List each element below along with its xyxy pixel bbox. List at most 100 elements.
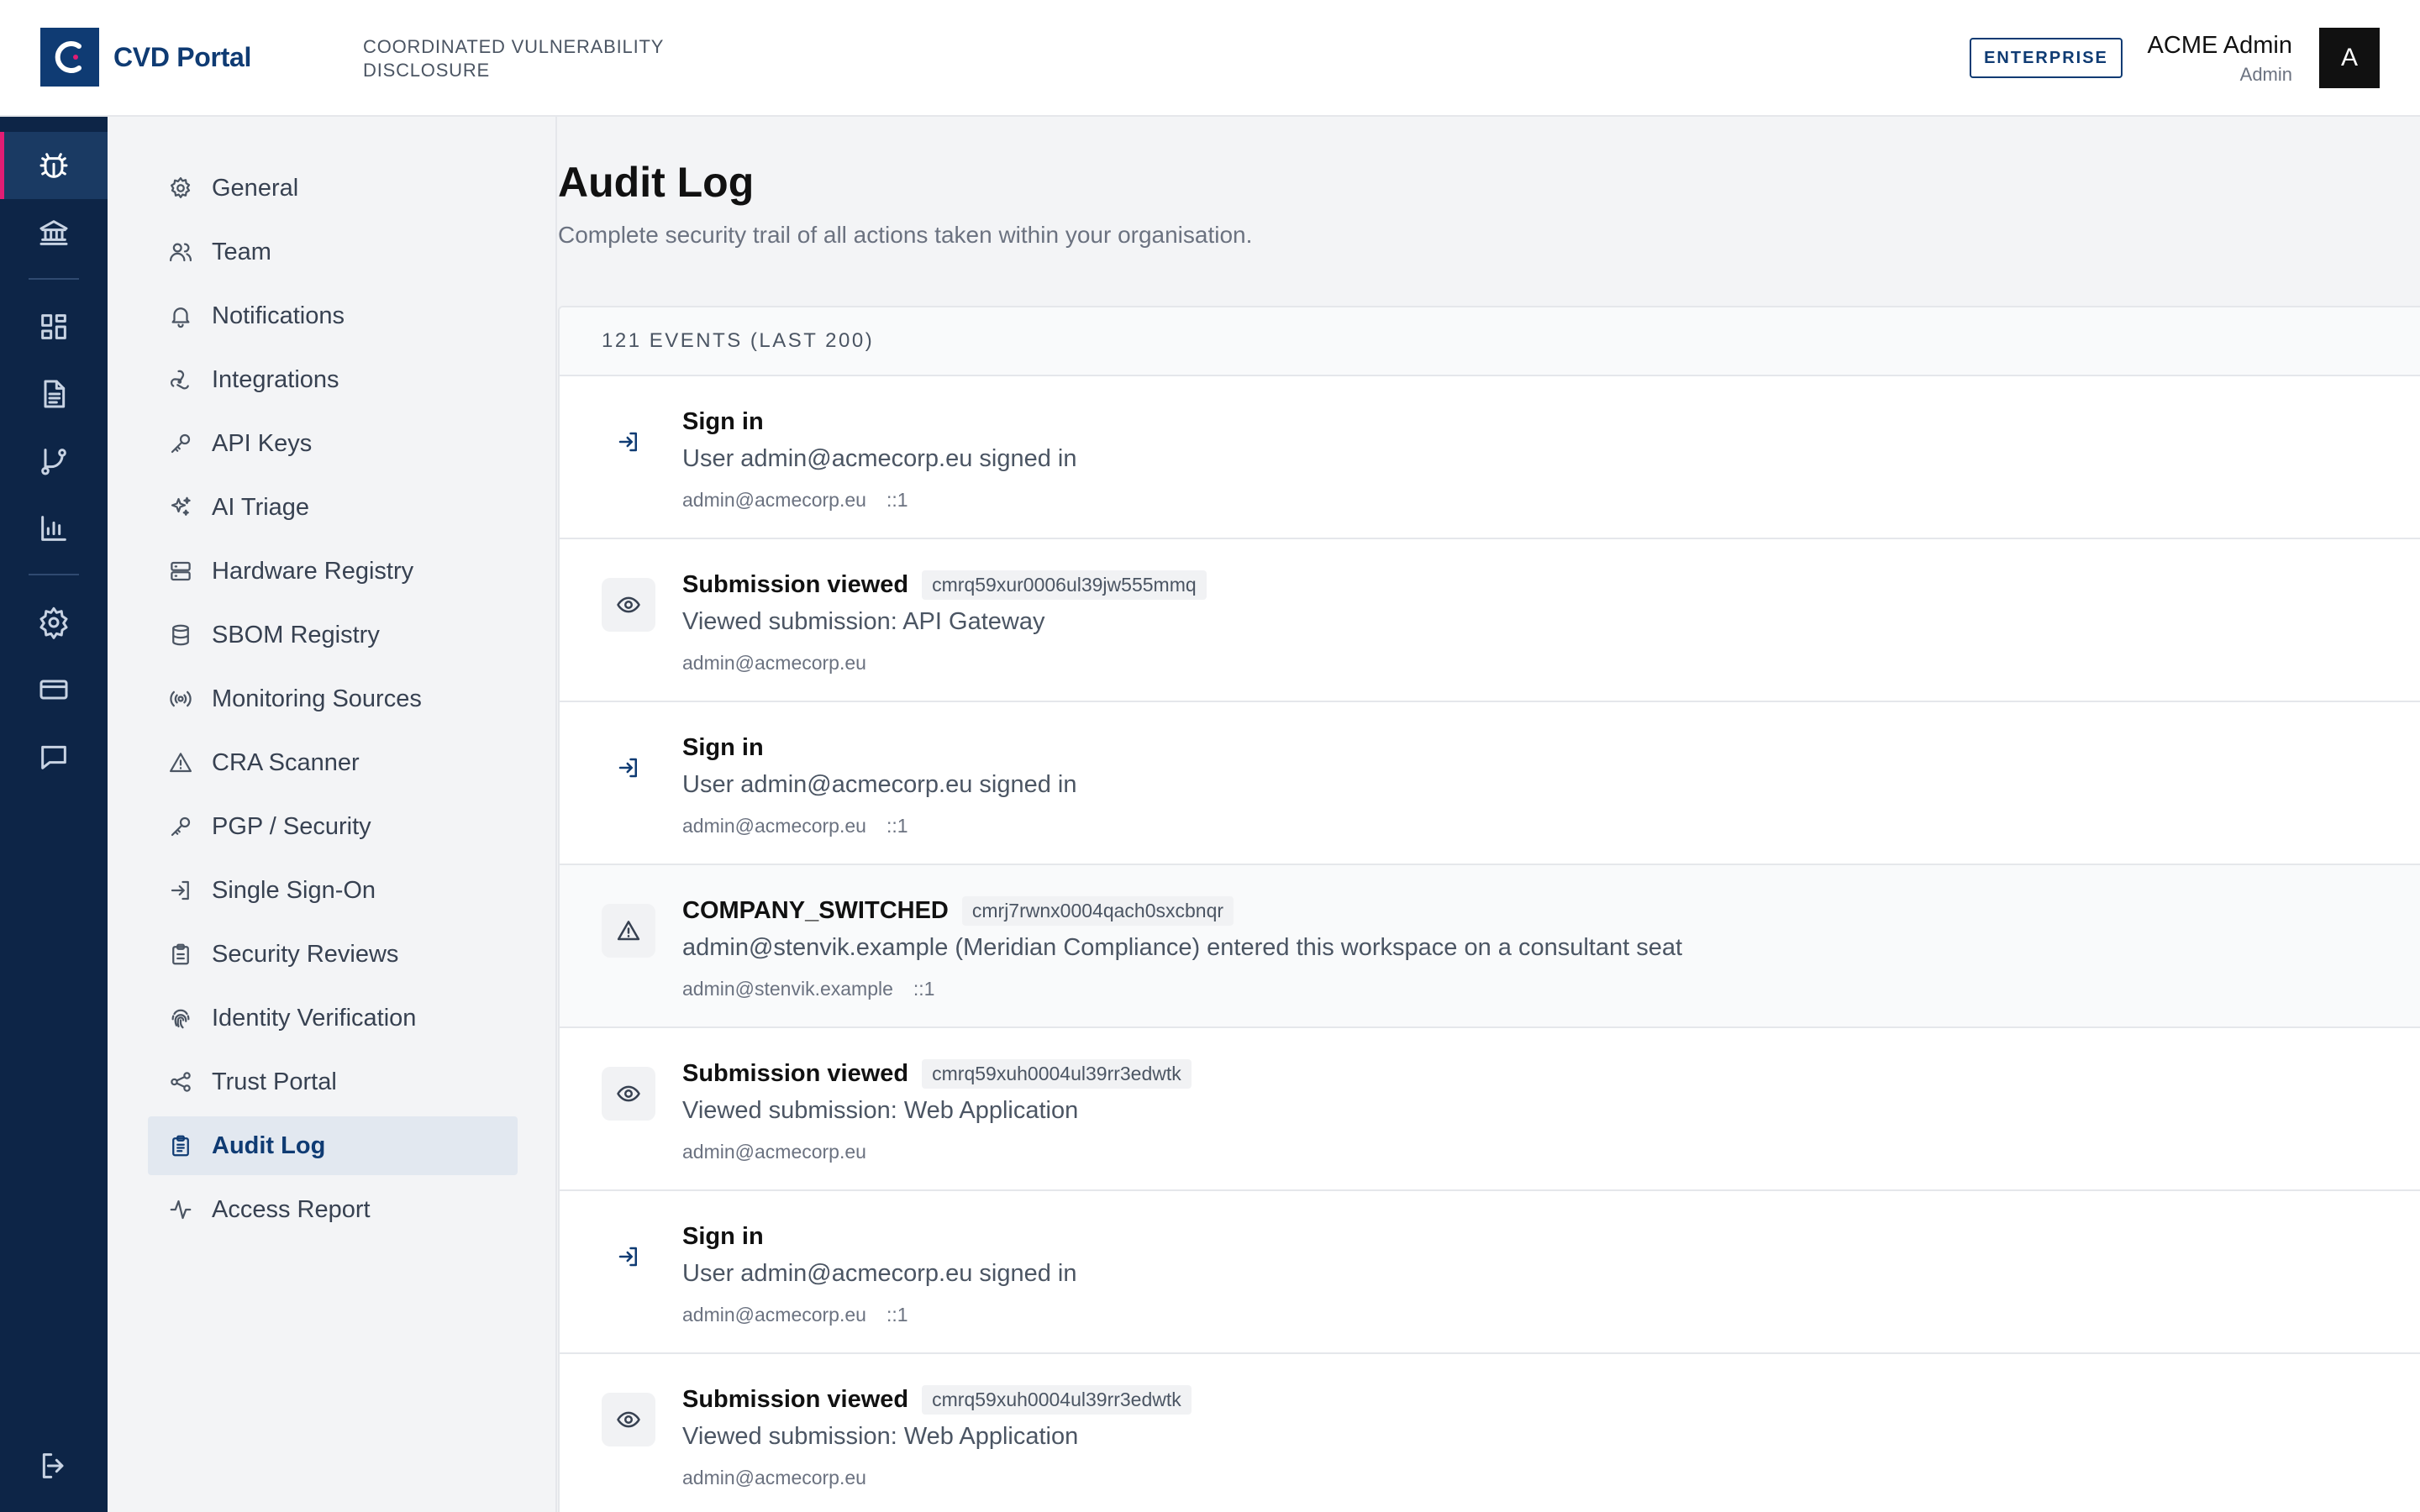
warning-icon bbox=[602, 904, 655, 958]
document-icon bbox=[44, 380, 66, 408]
sidebar-item-access-report[interactable]: Access Report bbox=[148, 1180, 518, 1239]
event-description: User admin@acmecorp.eu signed in bbox=[682, 771, 1077, 798]
sidebar-item-trust-portal[interactable]: Trust Portal bbox=[148, 1053, 518, 1111]
webhook-icon bbox=[170, 370, 189, 390]
audit-event-row[interactable]: Sign in User admin@acmecorp.eu signed in… bbox=[560, 702, 2420, 865]
gear-icon bbox=[171, 177, 191, 198]
event-title: Sign in bbox=[682, 1222, 764, 1250]
sidebar-item-label: Security Reviews bbox=[212, 940, 399, 968]
warning-icon bbox=[170, 753, 192, 773]
event-title: Submission viewed bbox=[682, 1059, 909, 1087]
event-title: Submission viewed bbox=[682, 1385, 909, 1413]
audit-event-row[interactable]: Sign in User admin@acmecorp.eu signed in… bbox=[560, 376, 2420, 539]
event-title: COMPANY_SWITCHED bbox=[682, 896, 949, 924]
audit-event-row[interactable]: Sign in User admin@acmecorp.eu signed in… bbox=[560, 1191, 2420, 1354]
sidebar-item-identity-verification[interactable]: Identity Verification bbox=[148, 989, 518, 1047]
event-ip: ::1 bbox=[886, 1304, 908, 1326]
sidebar-item-general[interactable]: General bbox=[148, 159, 518, 218]
share-icon bbox=[171, 1072, 191, 1092]
rail-bug-button[interactable] bbox=[0, 132, 108, 199]
git-branch-icon bbox=[41, 449, 66, 475]
sidebar-item-ai-triage[interactable]: AI Triage bbox=[148, 478, 518, 537]
sidebar-item-label: AI Triage bbox=[212, 493, 310, 521]
sidebar-item-cra-scanner[interactable]: CRA Scanner bbox=[148, 733, 518, 792]
audit-event-row[interactable]: Submission viewed cmrq59xuh0004ul39rr3edw… bbox=[560, 1354, 2420, 1512]
sidebar-item-hardware-registry[interactable]: Hardware Registry bbox=[148, 542, 518, 601]
sidebar-item-label: SBOM Registry bbox=[212, 621, 380, 648]
sidebar-item-team[interactable]: Team bbox=[148, 223, 518, 281]
event-description: Viewed submission: API Gateway bbox=[682, 608, 1045, 635]
sidebar-item-integrations[interactable]: Integrations bbox=[148, 350, 518, 409]
chat-icon bbox=[41, 745, 66, 769]
event-description: Viewed submission: Web Application bbox=[682, 1423, 1079, 1450]
event-id-badge[interactable]: cmrq59xur0006ul39jw555mmq bbox=[922, 570, 1207, 600]
rail-bank-button[interactable] bbox=[0, 199, 108, 266]
event-id-badge[interactable]: cmrq59xuh0004ul39rr3edwtk bbox=[922, 1384, 1192, 1415]
sidebar-item-audit-log[interactable]: Audit Log bbox=[148, 1116, 518, 1175]
sidebar-item-sbom-registry[interactable]: SBOM Registry bbox=[148, 606, 518, 664]
event-actor: admin@stenvik.example bbox=[682, 978, 893, 1000]
rail-billing-button[interactable] bbox=[0, 656, 108, 723]
event-actor: admin@acmecorp.eu bbox=[682, 815, 866, 837]
event-title: Submission viewed bbox=[682, 570, 909, 598]
sidebar-item-pgp-security[interactable]: PGP / Security bbox=[148, 797, 518, 856]
audit-event-row[interactable]: Submission viewed cmrq59xur0006ul39jw555m… bbox=[560, 539, 2420, 702]
audit-event-row[interactable]: Submission viewed cmrq59xuh0004ul39rr3edw… bbox=[560, 1028, 2420, 1191]
logout-icon bbox=[42, 1453, 64, 1478]
sidebar-item-security-reviews[interactable]: Security Reviews bbox=[148, 925, 518, 984]
rail-dashboard-button[interactable] bbox=[0, 293, 108, 360]
key-icon bbox=[171, 433, 191, 454]
sign-in-icon bbox=[602, 1230, 655, 1284]
logout-button[interactable] bbox=[0, 1432, 108, 1499]
rail-chat-button[interactable] bbox=[0, 723, 108, 790]
key-icon bbox=[171, 816, 191, 837]
event-description: Viewed submission: Web Application bbox=[682, 1097, 1079, 1124]
sidebar-item-notifications[interactable]: Notifications bbox=[148, 286, 518, 345]
credit-card-icon bbox=[39, 680, 68, 700]
rail-chart-button[interactable] bbox=[0, 495, 108, 562]
page-subtitle: Complete security trail of all actions t… bbox=[558, 222, 1253, 248]
sign-in-icon bbox=[171, 880, 189, 900]
avatar[interactable]: A bbox=[2319, 28, 2380, 88]
bell-icon bbox=[171, 307, 190, 328]
event-description: admin@stenvik.example (Meridian Complian… bbox=[682, 934, 1683, 961]
page-title: Audit Log bbox=[558, 159, 755, 206]
rail-settings-button[interactable] bbox=[0, 589, 108, 656]
event-count: 121 EVENTS (LAST 200) bbox=[560, 307, 2420, 376]
sidebar-item-label: Identity Verification bbox=[212, 1004, 417, 1032]
clipboard-list-icon bbox=[172, 1135, 189, 1157]
event-actor: admin@acmecorp.eu bbox=[682, 1304, 866, 1326]
rail-git-branch-button[interactable] bbox=[0, 428, 108, 495]
event-id-badge[interactable]: cmrj7rwnx0004qach0sxcbnqr bbox=[961, 895, 1234, 926]
event-ip: ::1 bbox=[913, 978, 935, 1000]
sidebar-item-label: Team bbox=[212, 238, 271, 265]
bug-icon bbox=[39, 153, 68, 178]
event-id-badge[interactable]: cmrq59xuh0004ul39rr3edwtk bbox=[922, 1058, 1192, 1089]
sidebar-item-label: CRA Scanner bbox=[212, 748, 360, 776]
event-description: User admin@acmecorp.eu signed in bbox=[682, 1260, 1077, 1287]
app-rail bbox=[0, 117, 108, 1512]
user-role: Admin bbox=[2239, 64, 2292, 85]
database-icon bbox=[172, 624, 189, 646]
audit-event-row[interactable]: COMPANY_SWITCHED cmrj7rwnx0004qach0sxcbnq… bbox=[560, 865, 2420, 1028]
sidebar-item-label: Monitoring Sources bbox=[212, 685, 422, 712]
audit-log-card: 121 EVENTS (LAST 200) Sign in User admin… bbox=[558, 306, 2420, 1512]
sidebar-item-single-sign-on[interactable]: Single Sign-On bbox=[148, 861, 518, 920]
sidebar-item-label: PGP / Security bbox=[212, 812, 371, 840]
user-name[interactable]: ACME Admin bbox=[2148, 32, 2292, 60]
bank-icon bbox=[39, 220, 68, 245]
rail-document-button[interactable] bbox=[0, 360, 108, 428]
sidebar-item-label: Integrations bbox=[212, 365, 339, 393]
sign-in-icon bbox=[602, 415, 655, 469]
sparkles-icon bbox=[171, 496, 191, 516]
bar-chart-icon bbox=[41, 516, 66, 541]
plan-badge: ENTERPRISE bbox=[1970, 38, 2123, 78]
clipboard-icon bbox=[172, 943, 189, 965]
sidebar-item-api-keys[interactable]: API Keys bbox=[148, 414, 518, 473]
sidebar-item-monitoring-sources[interactable]: Monitoring Sources bbox=[148, 669, 518, 728]
logo-icon[interactable] bbox=[40, 28, 99, 87]
eye-icon bbox=[602, 1067, 655, 1121]
brand-name[interactable]: CVD Portal bbox=[113, 42, 251, 73]
rail-divider bbox=[29, 278, 79, 280]
sidebar-item-label: Notifications bbox=[212, 302, 345, 329]
